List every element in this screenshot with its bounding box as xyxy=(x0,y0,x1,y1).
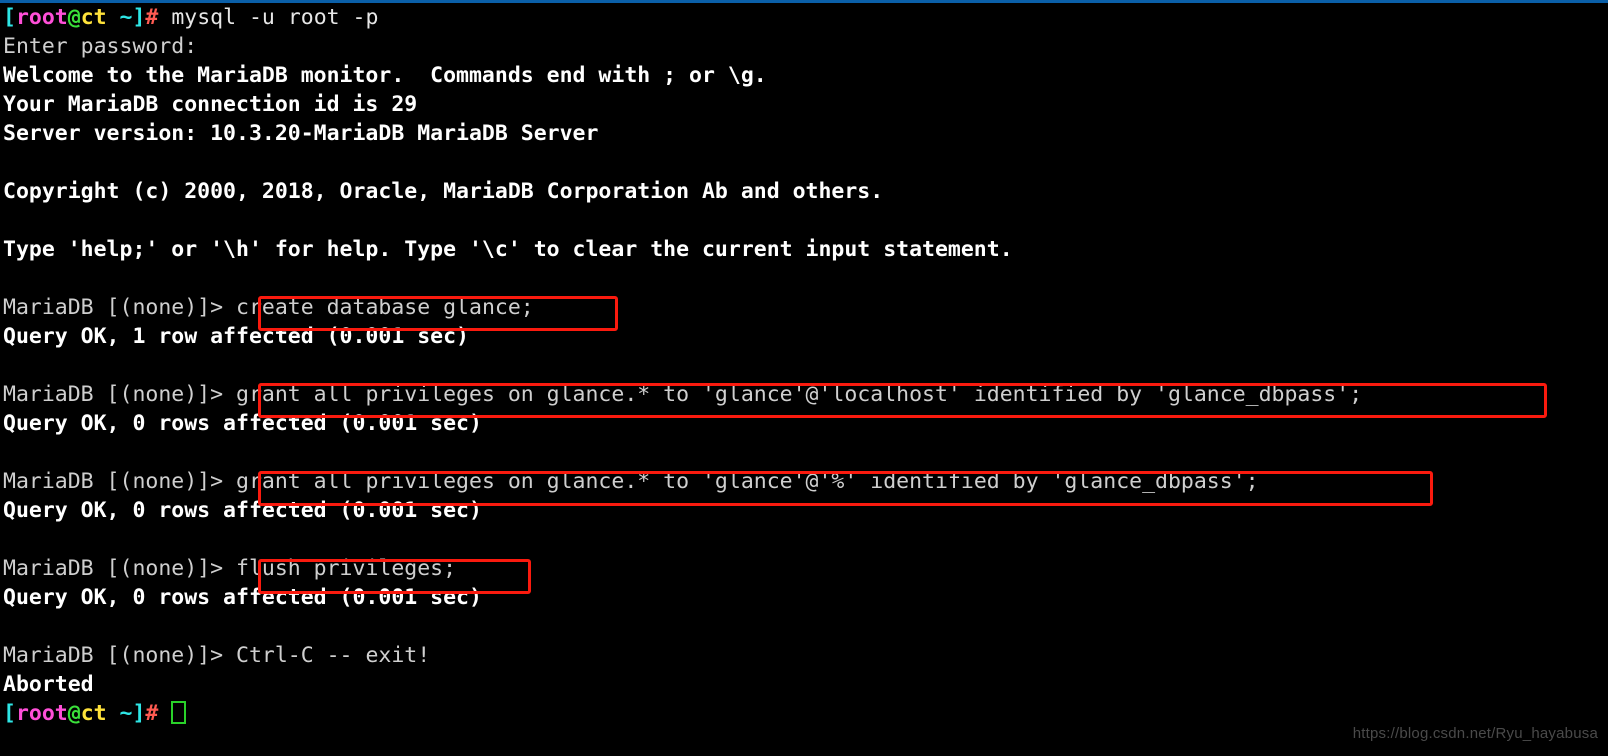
shell-prompt-line-1: [root@ct ~]# mysql -u root -p xyxy=(0,3,1608,32)
help-hint-line: Type 'help;' or '\h' for help. Type '\c'… xyxy=(3,237,1013,262)
prompt-path-close: ~] xyxy=(106,701,146,726)
welcome-line: Welcome to the MariaDB monitor. Commands… xyxy=(3,63,767,88)
sql-result-4: Query OK, 0 rows affected (0.001 sec) xyxy=(3,585,482,610)
sql-command-flush-privileges: flush privileges; xyxy=(236,556,457,581)
prompt-path-close: ~] xyxy=(106,5,146,30)
watermark-url: https://blog.csdn.net/Ryu_hayabusa xyxy=(1352,725,1598,742)
sql-command-create-database: create database glance; xyxy=(236,295,534,320)
mariadb-prompt-2: MariaDB [(none)]> xyxy=(3,382,236,407)
mariadb-prompt-1: MariaDB [(none)]> xyxy=(3,295,236,320)
sql-result-1: Query OK, 1 row affected (0.001 sec) xyxy=(3,324,469,349)
server-version-line: Server version: 10.3.20-MariaDB MariaDB … xyxy=(3,121,599,146)
exit-message: Ctrl-C -- exit! xyxy=(236,643,431,668)
prompt-user: root xyxy=(15,701,68,726)
prompt-host: ct xyxy=(80,5,107,30)
mariadb-prompt-line-4: MariaDB [(none)]> flush privileges; xyxy=(0,554,1608,583)
mariadb-prompt-line-1: MariaDB [(none)]> create database glance… xyxy=(0,293,1608,322)
sql-result-2: Query OK, 0 rows affected (0.001 sec) xyxy=(3,411,482,436)
copyright-line: Copyright (c) 2000, 2018, Oracle, MariaD… xyxy=(3,179,884,204)
mariadb-prompt-4: MariaDB [(none)]> xyxy=(3,556,236,581)
connection-id-line: Your MariaDB connection id is 29 xyxy=(3,92,418,117)
shell-command-mysql: mysql -u root -p xyxy=(158,5,379,30)
text-cursor[interactable] xyxy=(171,701,187,724)
prompt-bracket-open: [ xyxy=(3,701,16,726)
prompt-user: root xyxy=(15,5,68,30)
terminal-window[interactable]: [root@ct ~]# mysql -u root -p Enter pass… xyxy=(0,0,1608,756)
mariadb-prompt-5: MariaDB [(none)]> xyxy=(3,643,236,668)
prompt-bracket-open: [ xyxy=(3,5,16,30)
password-prompt-line: Enter password: xyxy=(3,34,198,59)
prompt-host: ct xyxy=(80,701,107,726)
terminal-screen[interactable]: [root@ct ~]# mysql -u root -p Enter pass… xyxy=(0,3,1608,728)
mariadb-prompt-line-5: MariaDB [(none)]> Ctrl-C -- exit! xyxy=(0,641,1608,670)
mariadb-prompt-line-3: MariaDB [(none)]> grant all privileges o… xyxy=(0,467,1608,496)
prompt-at-icon: @ xyxy=(67,701,81,726)
mariadb-prompt-line-2: MariaDB [(none)]> grant all privileges o… xyxy=(0,380,1608,409)
sql-command-grant-wildcard: grant all privileges on glance.* to 'gla… xyxy=(236,469,1259,494)
prompt-sigil: # xyxy=(145,5,159,30)
prompt-sigil: # xyxy=(145,701,159,726)
prompt-at-icon: @ xyxy=(67,5,81,30)
sql-command-grant-localhost: grant all privileges on glance.* to 'gla… xyxy=(236,382,1363,407)
mariadb-prompt-3: MariaDB [(none)]> xyxy=(3,469,236,494)
aborted-line: Aborted xyxy=(3,672,94,697)
sql-result-3: Query OK, 0 rows affected (0.001 sec) xyxy=(3,498,482,523)
